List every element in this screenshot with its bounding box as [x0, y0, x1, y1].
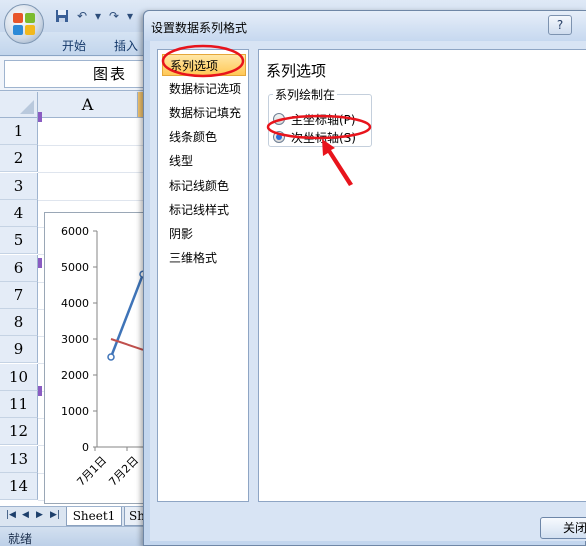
radio-on-icon — [273, 131, 285, 143]
secondary-axis-radio[interactable]: 次坐标轴(S) — [273, 129, 356, 145]
dropdown-arrow-icon[interactable]: ▾ — [90, 9, 106, 23]
data-point-marker — [107, 353, 115, 361]
row-header[interactable]: 1 — [0, 118, 38, 145]
dialog-title-bar[interactable]: 设置数据系列格式 ? — [144, 11, 586, 41]
y-tick-label: 0 — [82, 441, 89, 454]
chart-resize-handle[interactable] — [38, 112, 42, 122]
row-header[interactable]: 4 — [0, 199, 38, 227]
tab-home[interactable]: 开始 — [62, 37, 86, 54]
status-text: 就绪 — [8, 532, 33, 546]
row-header[interactable]: 11 — [0, 391, 38, 418]
chart-plot: 6000 5000 4000 3000 2000 1000 07月1日7月2日 — [61, 225, 147, 489]
row-header[interactable]: 8 — [0, 309, 38, 337]
row-header[interactable]: 3 — [0, 172, 38, 200]
options-panel: 系列选项 系列绘制在 主坐标轴(P) 次坐标轴(S) — [258, 49, 586, 502]
primary-axis-radio[interactable]: 主坐标轴(P) — [273, 111, 356, 127]
primary-axis-label: 主坐标轴(P) — [291, 112, 356, 127]
y-tick-label: 1000 — [61, 405, 89, 418]
chart-resize-handle[interactable] — [38, 258, 42, 268]
office-button[interactable] — [4, 4, 44, 44]
grid-line — [38, 145, 148, 146]
row-header[interactable]: 6 — [0, 254, 38, 282]
nav-item[interactable]: 标记线样式 — [162, 199, 246, 221]
last-sheet-icon[interactable]: ▶| — [50, 510, 60, 520]
embedded-chart[interactable]: 6000 5000 4000 3000 2000 1000 0 7月1日 7月2日 — [44, 212, 148, 504]
row-header[interactable]: 12 — [0, 418, 38, 446]
y-tick-label: 5000 — [61, 261, 89, 274]
save-icon[interactable] — [54, 9, 70, 23]
prev-sheet-icon[interactable]: ◀ — [22, 510, 29, 520]
category-list: 系列选项 数据标记选项 数据标记填充 线条颜色 线型标记线颜色 标记线样式 阴影 三维格式 — [157, 49, 249, 502]
redo-icon[interactable]: ↷ — [106, 9, 122, 23]
x-tick-label: 7月2日 — [106, 454, 141, 489]
row-header[interactable]: 2 — [0, 145, 38, 173]
tab-insert[interactable]: 插入 — [114, 37, 138, 54]
y-tick-label: 2000 — [61, 369, 89, 382]
row-header[interactable]: 14 — [0, 472, 38, 500]
group-label: 系列绘制在 — [273, 86, 338, 103]
row-header[interactable]: 7 — [0, 281, 38, 309]
format-data-series-dialog: 设置数据系列格式 ? 系列选项 数据标记选项 数据标记填充 线条颜色 线型 标记线颜色 标记… — [143, 10, 586, 546]
column-header-a[interactable]: A — [38, 92, 138, 118]
radio-off-icon — [273, 113, 285, 125]
nav-item[interactable]: 数据标记选项 — [162, 78, 246, 100]
grid-line — [38, 172, 148, 174]
first-sheet-icon[interactable]: |◀ — [6, 510, 16, 520]
y-tick-label: 6000 — [61, 225, 89, 238]
select-all-icon — [20, 100, 34, 114]
row-header[interactable]: 9 — [0, 336, 38, 364]
y-tick-label: 4000 — [61, 297, 89, 310]
select-all-corner[interactable] — [0, 92, 38, 118]
dialog-body: 系列选项 数据标记选项 数据标记填充 线条颜色 线型 标记线颜色 标记线样式 阴影 三维格式 系… — [150, 41, 586, 541]
nav-item[interactable]: 系列选项 — [162, 54, 246, 76]
row-header[interactable]: 10 — [0, 363, 38, 391]
row-header[interactable]: 5 — [0, 227, 38, 255]
grid-line — [38, 199, 148, 201]
office-logo-icon — [13, 13, 35, 35]
nav-item[interactable]: 线条颜色 — [162, 126, 246, 148]
next-sheet-icon[interactable]: ▶ — [36, 510, 43, 520]
dropdown-arrow-icon[interactable]: ▾ — [122, 9, 138, 23]
name-box[interactable]: 图表 1 — [4, 60, 144, 109]
row-header[interactable]: 13 — [0, 445, 38, 473]
close-button[interactable]: 关闭 — [540, 517, 586, 539]
x-tick-label: 7月1日 — [74, 454, 109, 489]
y-tick-label: 3000 — [61, 333, 89, 346]
panel-title: 系列选项 — [266, 62, 327, 80]
nav-item[interactable]: 阴影 — [162, 223, 246, 245]
nav-item[interactable]: 标记线颜色 — [162, 175, 246, 197]
nav-item[interactable]: 数据标记填充 — [162, 102, 246, 124]
dialog-title: 设置数据系列格式 — [151, 21, 248, 35]
chart-resize-handle[interactable] — [38, 386, 42, 396]
sheet-tab-sheet1[interactable]: Sheet1 — [66, 507, 122, 526]
secondary-axis-label: 次坐标轴(S) — [291, 130, 356, 145]
nav-item[interactable]: 线型 — [162, 150, 246, 172]
nav-item[interactable]: 三维格式 — [162, 247, 246, 269]
undo-icon[interactable]: ↶ — [74, 9, 90, 23]
help-button[interactable]: ? — [548, 15, 572, 35]
